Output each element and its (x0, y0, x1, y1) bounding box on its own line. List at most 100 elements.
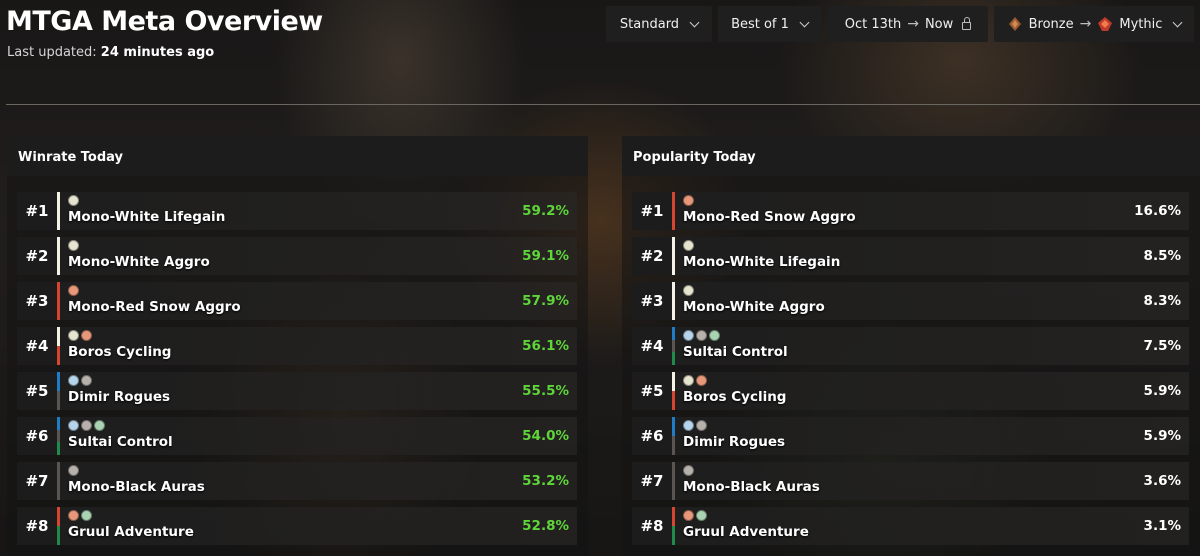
winrate-value: 59.1% (522, 248, 569, 264)
deck-row[interactable]: #4 Sultai Control 7.5% (632, 327, 1189, 366)
white-mana-icon (68, 195, 79, 206)
deck-name[interactable]: Gruul Adventure (683, 524, 809, 540)
deck-info: Dimir Rogues 5.9% (675, 417, 1189, 455)
mana-pips (683, 330, 720, 341)
deck-name[interactable]: Mono-Black Auras (68, 479, 205, 495)
date-range-picker[interactable]: Oct 13th → Now (828, 6, 988, 42)
popularity-value: 3.6% (1143, 473, 1181, 489)
mana-pips (68, 285, 79, 296)
deck-row[interactable]: #1 Mono-Red Snow Aggro 16.6% (632, 192, 1189, 230)
chevron-down-icon (689, 17, 700, 27)
deck-row[interactable]: #4 Boros Cycling 56.1% (17, 327, 577, 365)
green-mana-icon (696, 510, 707, 521)
deck-rank: #1 (17, 192, 57, 230)
deck-name[interactable]: Mono-White Aggro (68, 254, 210, 270)
black-mana-icon (68, 465, 79, 476)
white-mana-icon (68, 330, 79, 341)
deck-name[interactable]: Boros Cycling (683, 389, 786, 405)
blue-mana-icon (683, 420, 694, 431)
deck-rank: #3 (632, 282, 672, 320)
deck-info: Dimir Rogues 55.5% (60, 372, 577, 410)
deck-name[interactable]: Dimir Rogues (683, 434, 785, 450)
mythic-rank-icon (1098, 17, 1113, 31)
red-mana-icon (68, 510, 79, 521)
mana-pips (683, 420, 707, 431)
winrate-value: 59.2% (522, 203, 569, 219)
popularity-panel-title: Popularity Today (622, 136, 1200, 176)
deck-row[interactable]: #5 Boros Cycling 5.9% (632, 372, 1189, 410)
deck-rank: #1 (632, 192, 672, 230)
blue-mana-icon (683, 330, 694, 341)
deck-row[interactable]: #8 Gruul Adventure 3.1% (632, 507, 1189, 545)
mana-pips (683, 285, 694, 296)
mana-pips (68, 510, 92, 521)
filter-bar: Standard Best of 1 Oct 13th → Now Bronze… (0, 6, 1200, 42)
deck-rank: #3 (17, 282, 57, 320)
deck-rank: #7 (632, 462, 672, 500)
rank-range-dropdown[interactable]: Bronze → Mythic (994, 6, 1194, 42)
page-header: MTGA Meta Overview Last updated: 24 minu… (0, 0, 1200, 110)
deck-name[interactable]: Dimir Rogues (68, 389, 170, 405)
deck-row[interactable]: #8 Gruul Adventure 52.8% (17, 507, 577, 545)
match-type-dropdown[interactable]: Best of 1 (718, 6, 821, 42)
deck-name[interactable]: Mono-White Lifegain (68, 209, 225, 225)
mana-pips (68, 330, 92, 341)
popularity-value: 5.9% (1143, 383, 1181, 399)
deck-name[interactable]: Gruul Adventure (68, 524, 194, 540)
mana-pips (683, 240, 694, 251)
deck-rank: #7 (17, 462, 57, 500)
deck-info: Mono-Red Snow Aggro 16.6% (675, 192, 1189, 230)
deck-name[interactable]: Sultai Control (68, 434, 173, 450)
winrate-value: 56.1% (522, 338, 569, 354)
deck-name[interactable]: Boros Cycling (68, 344, 171, 360)
black-mana-icon (696, 330, 707, 341)
deck-name[interactable]: Mono-Red Snow Aggro (68, 299, 241, 315)
deck-row[interactable]: #2 Mono-White Aggro 59.1% (17, 237, 577, 275)
arrow-right-icon: → (1079, 16, 1092, 32)
deck-row[interactable]: #1 Mono-White Lifegain 59.2% (17, 192, 577, 230)
winrate-value: 54.0% (522, 428, 569, 444)
deck-row[interactable]: #6 Sultai Control 54.0% (17, 417, 577, 456)
green-mana-icon (94, 420, 105, 431)
popularity-value: 5.9% (1143, 428, 1181, 444)
deck-row[interactable]: #7 Mono-Black Auras 53.2% (17, 462, 577, 500)
last-updated-label: Last updated: (7, 45, 97, 60)
red-mana-icon (696, 375, 707, 386)
deck-name[interactable]: Sultai Control (683, 344, 788, 360)
winrate-value: 55.5% (522, 383, 569, 399)
deck-row[interactable]: #6 Dimir Rogues 5.9% (632, 417, 1189, 455)
popularity-value: 8.5% (1143, 248, 1181, 264)
deck-row[interactable]: #3 Mono-Red Snow Aggro 57.9% (17, 282, 577, 320)
deck-row[interactable]: #2 Mono-White Lifegain 8.5% (632, 237, 1189, 275)
arrow-right-icon: → (907, 16, 919, 32)
red-mana-icon (683, 195, 694, 206)
deck-info: Mono-Red Snow Aggro 57.9% (60, 282, 577, 320)
header-divider (6, 104, 1200, 105)
mana-pips (683, 195, 694, 206)
red-mana-icon (81, 330, 92, 341)
last-updated-value: 24 minutes ago (100, 45, 215, 60)
mana-pips (683, 510, 707, 521)
popularity-value: 16.6% (1134, 203, 1181, 219)
deck-rank: #4 (632, 327, 672, 365)
deck-name[interactable]: Mono-White Lifegain (683, 254, 840, 270)
chevron-down-icon (1172, 17, 1183, 27)
deck-row[interactable]: #3 Mono-White Aggro 8.3% (632, 282, 1189, 320)
winrate-panel-title: Winrate Today (7, 136, 588, 176)
red-mana-icon (68, 285, 79, 296)
popularity-value: 3.1% (1143, 518, 1181, 534)
format-dropdown[interactable]: Standard (606, 6, 712, 42)
mana-pips (68, 195, 79, 206)
deck-row[interactable]: #5 Dimir Rogues 55.5% (17, 372, 577, 410)
deck-name[interactable]: Mono-Red Snow Aggro (683, 209, 856, 225)
deck-name[interactable]: Mono-Black Auras (683, 479, 820, 495)
winrate-panel: Winrate Today #1 Mono-White Lifegain 59.2%… (7, 136, 588, 556)
deck-name[interactable]: Mono-White Aggro (683, 299, 825, 315)
deck-info: Mono-White Aggro 59.1% (60, 237, 577, 275)
green-mana-icon (709, 330, 720, 341)
mana-pips (683, 465, 694, 476)
rank-to-label: Mythic (1119, 16, 1163, 32)
deck-rank: #8 (17, 507, 57, 545)
deck-rank: #5 (17, 372, 57, 410)
deck-row[interactable]: #7 Mono-Black Auras 3.6% (632, 462, 1189, 500)
